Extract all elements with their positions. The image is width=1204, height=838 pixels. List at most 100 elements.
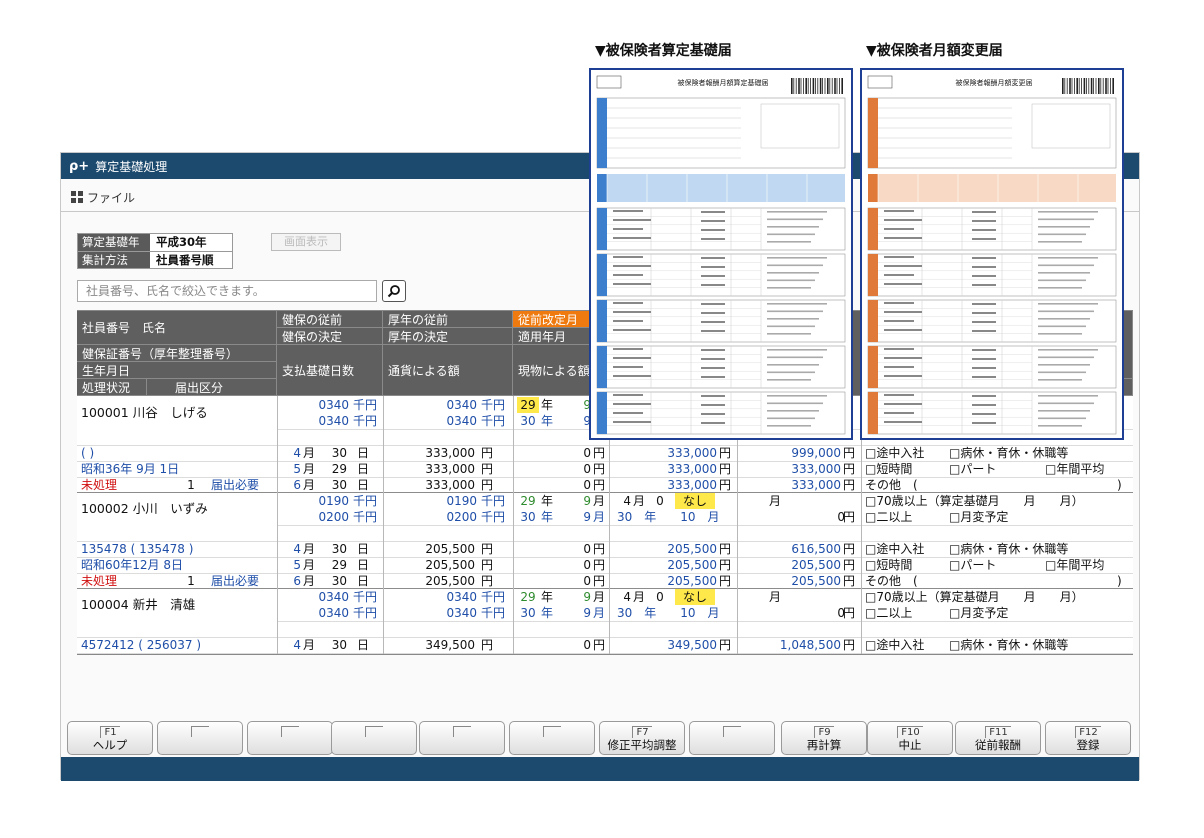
header-pay-days: 支払基礎日数: [277, 345, 383, 396]
status-label: 未処理: [81, 478, 118, 492]
header-currency: 通貨による額: [383, 345, 513, 396]
fkey-f11[interactable]: F11 従前報酬: [955, 721, 1041, 755]
revision-month: 9: [583, 590, 591, 604]
barcode-bar: [807, 78, 809, 94]
fkey-label: 中止: [898, 738, 922, 752]
filing-number: 1: [187, 478, 195, 492]
employee-name[interactable]: 100002 小川 いずみ: [81, 501, 271, 517]
fkey-blank-icon: [543, 726, 561, 737]
unit-yen: 円: [481, 462, 494, 476]
fkey-blank[interactable]: [689, 721, 775, 755]
option-other-close: ): [1117, 574, 1122, 588]
person-amount-mark: [701, 395, 725, 397]
filing-number: 1: [187, 574, 195, 588]
unit-yen: 円: [593, 558, 606, 572]
fkey-blank[interactable]: [509, 721, 595, 755]
grid-hline: [77, 637, 1133, 638]
person-note-mark: [767, 364, 819, 366]
person-note-mark: [1038, 349, 1098, 351]
fkey-blank-icon: [723, 726, 741, 737]
person-amount-mark: [972, 422, 996, 424]
menu-file[interactable]: ファイル: [87, 189, 135, 206]
preview-form-henko[interactable]: 被保険者報酬月額変更届: [860, 68, 1124, 440]
apply-detail: 30 年 10 月: [617, 510, 720, 524]
person-note-mark: [767, 233, 815, 236]
person-amount-mark: [972, 413, 996, 415]
unit-day: 日: [357, 558, 370, 572]
pay-days: 30: [331, 638, 347, 652]
barcode-bar: [795, 78, 797, 94]
preview-form-kiso[interactable]: 被保険者報酬月額算定基礎届: [589, 68, 853, 440]
header-card: 健保証番号（厚年整理番号）: [77, 345, 277, 362]
unit-sen-yen: 千円: [353, 494, 378, 508]
unit-month: 月: [303, 462, 316, 476]
stamp-box: [1031, 103, 1111, 149]
person-amount-mark: [701, 284, 725, 286]
form-code-box: [867, 75, 893, 89]
person-text-mark: [613, 320, 643, 322]
inkind-amount: 0: [583, 558, 591, 572]
unit-day: 日: [357, 446, 370, 460]
person-side-strip: [597, 392, 607, 434]
pay-month: 5: [293, 462, 301, 476]
barcode-bar: [805, 78, 807, 94]
person-text-mark: [884, 329, 922, 331]
person-note-mark: [1038, 218, 1094, 221]
grid-hline: [77, 445, 1133, 446]
unit-year: 年: [541, 398, 554, 412]
fkey-f9[interactable]: F9 再計算: [781, 721, 867, 755]
search-button[interactable]: [382, 280, 406, 302]
barcode-bar: [1086, 78, 1087, 94]
fkey-blank[interactable]: [247, 721, 333, 755]
person-text-mark: [613, 265, 651, 267]
unit-sen-yen: 千円: [353, 606, 378, 620]
fkey-f1[interactable]: F1 ヘルプ: [67, 721, 153, 755]
person-note-mark: [767, 279, 815, 282]
employee-name[interactable]: 100004 新井 清雄: [81, 597, 271, 613]
fkey-number: F1: [100, 726, 120, 738]
person-amount-mark: [701, 422, 725, 424]
birth-date: 昭和60年12月 8日: [81, 558, 183, 572]
fkey-f10[interactable]: F10 中止: [867, 721, 953, 755]
person-amount-mark: [972, 275, 996, 277]
person-note-mark: [1038, 318, 1090, 320]
unit-month: 月: [303, 542, 316, 556]
search-plus-icon: ρ+: [69, 158, 90, 174]
pay-month: 5: [293, 558, 301, 572]
option-monthly-change: □月変予定: [949, 510, 1009, 524]
fkey-blank[interactable]: [331, 721, 417, 755]
employee-name[interactable]: 100001 川谷 しげる: [81, 405, 271, 421]
person-side-strip: [868, 300, 878, 342]
display-button[interactable]: 画面表示: [271, 233, 341, 251]
person-note-mark: [767, 226, 819, 228]
unit-sen-yen: 千円: [481, 510, 506, 524]
header-kenpo-dec: 健保の決定: [277, 328, 383, 345]
person-note-mark: [1038, 257, 1098, 259]
revision-year: 29: [520, 494, 536, 508]
fkey-f12[interactable]: F12 登録: [1045, 721, 1131, 755]
barcode-bar: [791, 78, 793, 94]
kenpo-prev-grade: 0190: [318, 494, 349, 508]
person-text-mark: [884, 320, 914, 322]
fkey-f7[interactable]: F7 修正平均調整: [599, 721, 685, 755]
apply-year: 30: [520, 414, 536, 428]
person-text-mark: [884, 348, 914, 350]
form-code-box: [596, 75, 622, 89]
unit-month: 月: [303, 446, 316, 460]
rev-detail-month: 4: [623, 590, 631, 604]
fkey-blank[interactable]: [157, 721, 243, 755]
apply-year: 30: [520, 510, 536, 524]
fkey-blank[interactable]: [419, 721, 505, 755]
apply-month: 9: [583, 414, 591, 428]
pay-month: 6: [293, 574, 301, 588]
unit-sen-yen: 千円: [353, 414, 378, 428]
revision-month: 9: [583, 494, 591, 508]
search-input[interactable]: [77, 280, 377, 302]
barcode-bar: [1074, 78, 1075, 94]
total-amount: 333,000: [667, 478, 717, 492]
option-two-or-more: □二以上: [865, 606, 913, 620]
unit-sen-yen: 千円: [481, 606, 506, 620]
currency-amount: 333,000: [425, 478, 475, 492]
revision-year: 29: [520, 590, 536, 604]
person-note-mark: [767, 356, 823, 359]
